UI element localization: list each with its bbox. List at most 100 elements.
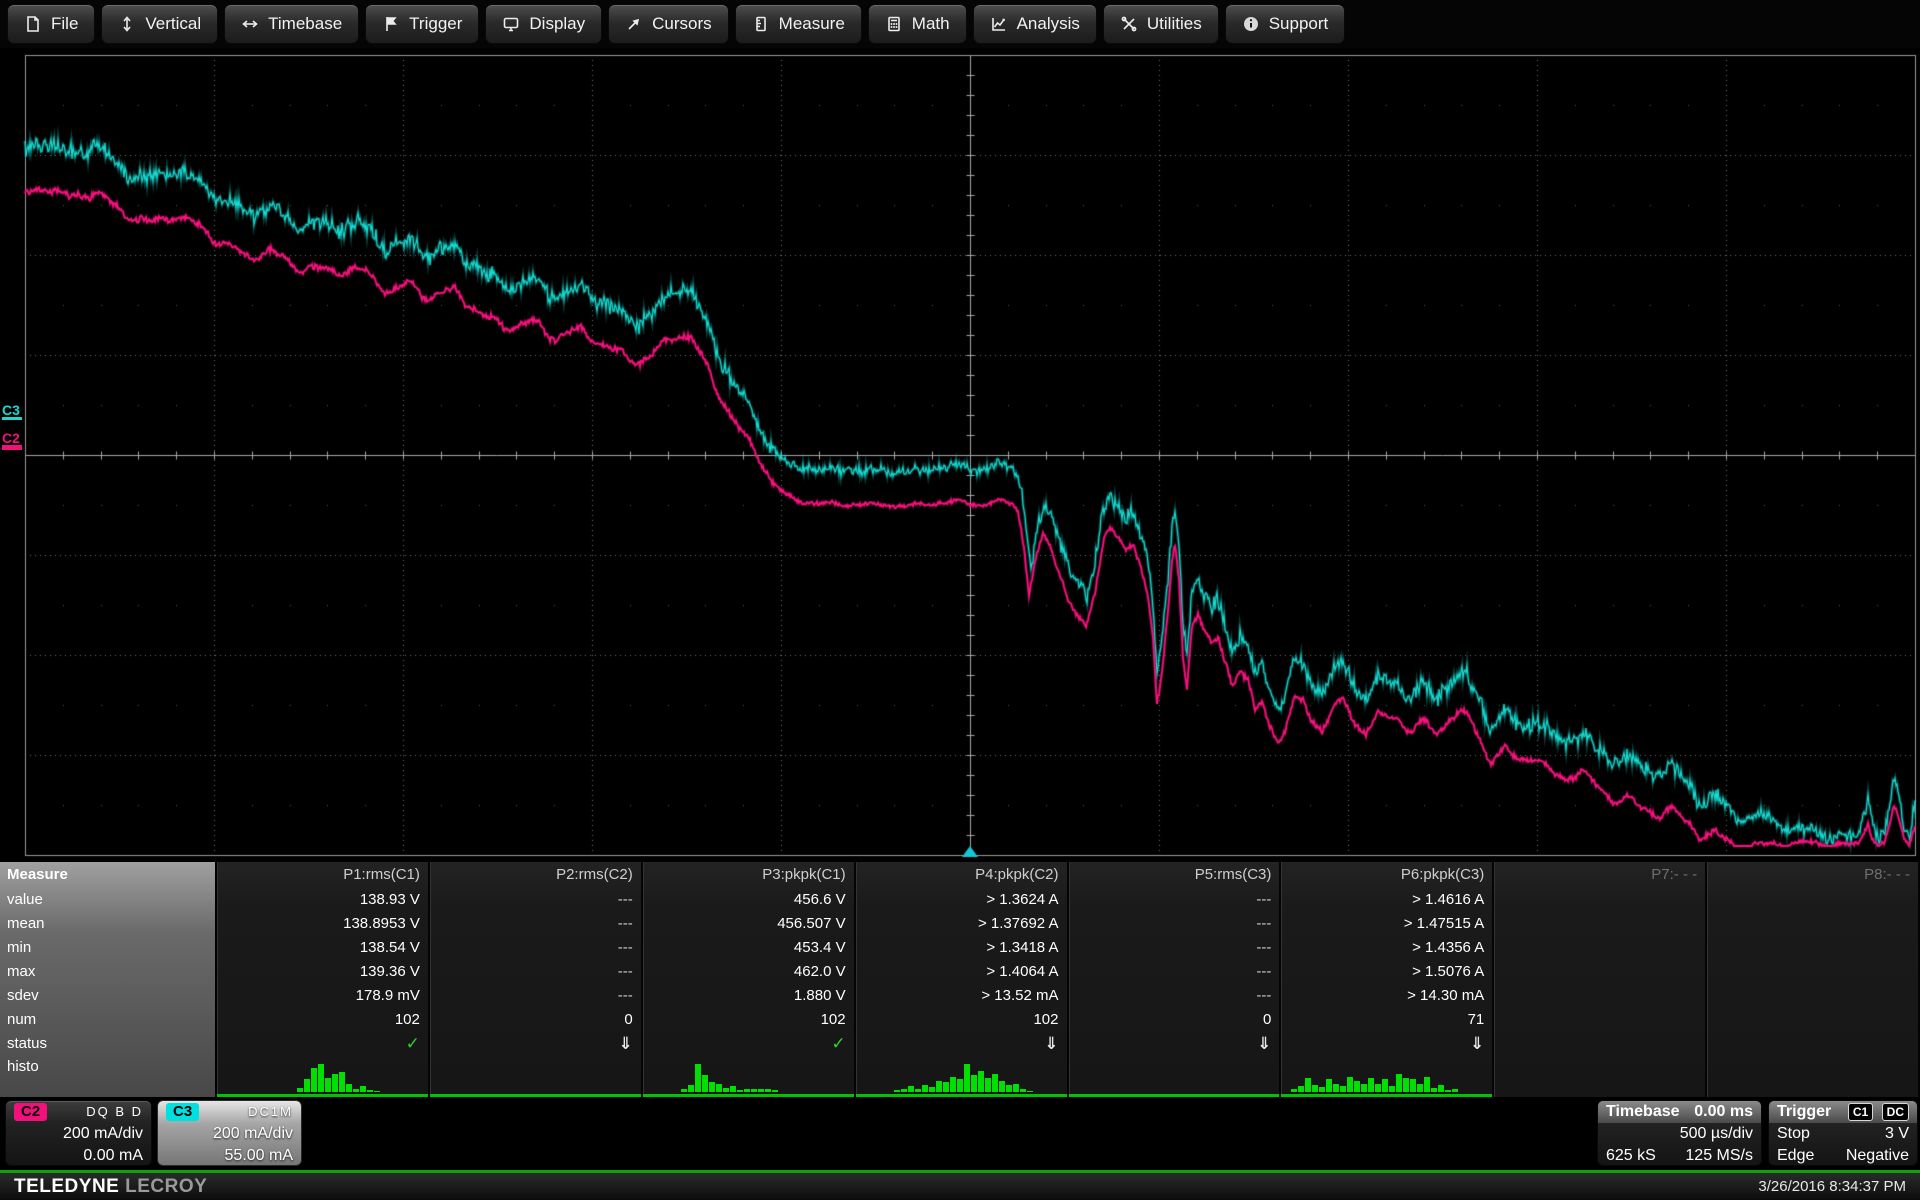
histogram-bar bbox=[1410, 1079, 1416, 1092]
measure-num: 102 bbox=[643, 1008, 854, 1032]
menu-item-file[interactable]: File bbox=[7, 4, 95, 44]
histogram-bar bbox=[999, 1081, 1005, 1092]
histogram-bar bbox=[716, 1084, 722, 1092]
menu-item-label: Measure bbox=[779, 14, 845, 34]
measure-histogram bbox=[1281, 1056, 1492, 1097]
histogram-bar bbox=[943, 1082, 949, 1092]
measure-column-p8[interactable]: P8:- - - bbox=[1707, 862, 1920, 1097]
trigger-descriptor[interactable]: Trigger C1 DC Stop 3 V Edge Negative bbox=[1768, 1100, 1918, 1166]
measure-value: > 1.4616 A bbox=[1281, 888, 1492, 912]
calculator-icon bbox=[885, 15, 903, 33]
measure-mean: > 1.37692 A bbox=[856, 912, 1067, 936]
histogram-bar bbox=[950, 1077, 956, 1092]
histogram-bar bbox=[1417, 1084, 1423, 1092]
channel-descriptor-c2[interactable]: C2DQ B D200 mA/div0.00 mA bbox=[5, 1100, 152, 1166]
measure-header: P6:pkpk(C3) bbox=[1281, 862, 1492, 888]
menu-item-label: Utilities bbox=[1147, 14, 1202, 34]
measure-header: P1:rms(C1) bbox=[217, 862, 428, 888]
row-label-value: value bbox=[0, 888, 215, 912]
menu-item-analysis[interactable]: Analysis bbox=[973, 4, 1097, 44]
cursor-icon bbox=[625, 15, 643, 33]
footer-bar: TELEDYNE LECROY 3/26/2016 8:34:37 PM bbox=[0, 1173, 1920, 1200]
channel-coupling: DC1M bbox=[248, 1101, 293, 1123]
histogram-bar bbox=[311, 1068, 317, 1092]
menu-item-cursors[interactable]: Cursors bbox=[608, 4, 729, 44]
measure-mean bbox=[1494, 912, 1705, 936]
ruler-icon bbox=[752, 15, 770, 33]
histogram-bar bbox=[1368, 1078, 1374, 1092]
histogram-bar bbox=[374, 1091, 380, 1092]
histogram-bar bbox=[1382, 1079, 1388, 1092]
timebase-descriptor[interactable]: Timebase 0.00 ms 500 µs/div 625 kS 125 M… bbox=[1597, 1100, 1762, 1166]
menu-item-label: Cursors bbox=[652, 14, 712, 34]
histogram-bar bbox=[1326, 1079, 1332, 1092]
menu-item-label: File bbox=[51, 14, 78, 34]
histogram-bar bbox=[1452, 1089, 1458, 1092]
channel-descriptor-c3[interactable]: C3DC1M200 mA/div55.00 mA bbox=[157, 1100, 302, 1166]
histogram-bar bbox=[1312, 1085, 1318, 1092]
measure-value: 138.93 V bbox=[217, 888, 428, 912]
histogram-bar bbox=[1375, 1084, 1381, 1092]
measure-table: Measure value mean min max sdev num stat… bbox=[0, 862, 1920, 1097]
measure-header: P8:- - - bbox=[1707, 862, 1918, 888]
oscilloscope-screen: File Vertical Timebase Trigger Display Cursor… bbox=[0, 0, 1920, 1200]
menu-item-label: Vertical bbox=[145, 14, 201, 34]
row-label-num: num bbox=[0, 1008, 215, 1032]
histogram-bar bbox=[1298, 1086, 1304, 1092]
histogram-bar bbox=[1354, 1081, 1360, 1092]
measure-min bbox=[1707, 936, 1918, 960]
channel-marker-c2[interactable]: C2 bbox=[2, 432, 22, 450]
histogram-bar bbox=[985, 1078, 991, 1092]
measure-num: 102 bbox=[217, 1008, 428, 1032]
menu-item-label: Trigger bbox=[409, 14, 462, 34]
menu-item-timebase[interactable]: Timebase bbox=[224, 4, 359, 44]
histogram-bar bbox=[1438, 1085, 1444, 1092]
histogram-bar bbox=[346, 1084, 352, 1092]
measure-histogram bbox=[217, 1056, 428, 1097]
row-label-histo: histo bbox=[0, 1056, 215, 1095]
row-label-max: max bbox=[0, 960, 215, 984]
measure-max: --- bbox=[430, 960, 641, 984]
histogram-bar bbox=[702, 1075, 708, 1092]
histogram-bar bbox=[1340, 1086, 1346, 1092]
measure-column-p3[interactable]: P3:pkpk(C1)456.6 V456.507 V453.4 V462.0 … bbox=[643, 862, 856, 1097]
measure-header: P5:rms(C3) bbox=[1069, 862, 1280, 888]
measure-column-p6[interactable]: P6:pkpk(C3)> 1.4616 A> 1.47515 A> 1.4356… bbox=[1281, 862, 1494, 1097]
menu-item-display[interactable]: Display bbox=[485, 4, 602, 44]
menu-item-support[interactable]: Support bbox=[1225, 4, 1346, 44]
histogram-bar bbox=[1445, 1090, 1451, 1092]
measure-column-p2[interactable]: P2:rms(C2)---------------0⇓ bbox=[430, 862, 643, 1097]
file-icon bbox=[24, 15, 42, 33]
histogram-bar bbox=[1396, 1074, 1402, 1092]
trigger-type: Edge bbox=[1777, 1145, 1814, 1167]
channel-offset: 0.00 mA bbox=[14, 1145, 143, 1167]
menu-item-label: Analysis bbox=[1017, 14, 1080, 34]
measure-histogram bbox=[1494, 1056, 1705, 1097]
histogram-bar bbox=[978, 1071, 984, 1092]
menu-item-vertical[interactable]: Vertical bbox=[101, 4, 218, 44]
measure-column-p5[interactable]: P5:rms(C3)---------------0⇓ bbox=[1069, 862, 1282, 1097]
menu-item-utilities[interactable]: Utilities bbox=[1103, 4, 1219, 44]
measure-sdev: > 13.52 mA bbox=[856, 984, 1067, 1008]
measure-histogram bbox=[643, 1056, 854, 1097]
trigger-label: Trigger bbox=[1777, 1101, 1831, 1123]
menu-item-measure[interactable]: Measure bbox=[735, 4, 862, 44]
menu-bar: File Vertical Timebase Trigger Display Cursor… bbox=[0, 0, 1920, 48]
measure-mean: --- bbox=[430, 912, 641, 936]
histogram-bar bbox=[304, 1079, 310, 1092]
measure-sdev: --- bbox=[430, 984, 641, 1008]
histogram-bar bbox=[1361, 1084, 1367, 1092]
measure-sdev: --- bbox=[1069, 984, 1280, 1008]
measure-column-p7[interactable]: P7:- - - bbox=[1494, 862, 1707, 1097]
histogram-bar bbox=[894, 1090, 900, 1092]
menu-item-trigger[interactable]: Trigger bbox=[365, 4, 479, 44]
channel-badge: C3 bbox=[166, 1103, 199, 1121]
measure-column-p4[interactable]: P4:pkpk(C2)> 1.3624 A> 1.37692 A> 1.3418… bbox=[856, 862, 1069, 1097]
channel-coupling: DQ B D bbox=[86, 1101, 143, 1123]
menu-item-math[interactable]: Math bbox=[868, 4, 967, 44]
channel-marker-c3[interactable]: C3 bbox=[2, 404, 22, 420]
measure-sdev: 1.880 V bbox=[643, 984, 854, 1008]
measure-num bbox=[1494, 1008, 1705, 1032]
measure-column-p1[interactable]: P1:rms(C1)138.93 V138.8953 V138.54 V139.… bbox=[217, 862, 430, 1097]
timebase-offset-value: 0.00 ms bbox=[1694, 1101, 1753, 1123]
